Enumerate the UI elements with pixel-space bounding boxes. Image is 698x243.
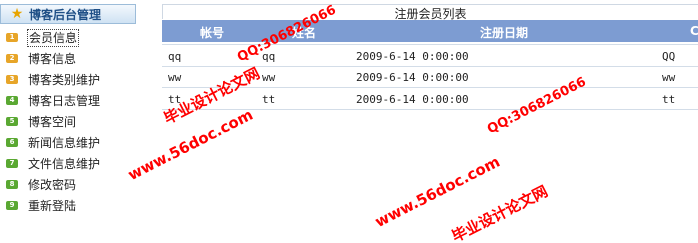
- sidebar: ★ 博客后台管理 1 会员信息 2 博客信息 3 博客类别维护 4 博客日志管理…: [0, 0, 140, 243]
- sidebar-item-member-info[interactable]: 1 会员信息: [0, 28, 140, 49]
- sidebar-item-blog-category[interactable]: 3 博客类别维护: [0, 70, 140, 91]
- number-badge-icon: 5: [6, 117, 18, 126]
- cell-extra: tt: [662, 93, 676, 106]
- sidebar-item-relogin[interactable]: 9 重新登陆: [0, 196, 140, 217]
- sidebar-item-blog-log[interactable]: 4 博客日志管理: [0, 91, 140, 112]
- sidebar-item-change-password[interactable]: 8 修改密码: [0, 175, 140, 196]
- cell-extra: ww: [662, 71, 676, 84]
- number-badge-icon: 4: [6, 96, 18, 105]
- table-header: 帐号 姓名 注册日期 C: [162, 20, 698, 42]
- sidebar-item-label[interactable]: 博客日志管理: [28, 93, 100, 109]
- cell-account: qq: [168, 50, 182, 63]
- cell-date: 2009-6-14 0:00:00: [356, 93, 469, 106]
- sidebar-item-news[interactable]: 6 新闻信息维护: [0, 133, 140, 154]
- cell-name: ww: [262, 71, 276, 84]
- cell-date: 2009-6-14 0:00:00: [356, 71, 469, 84]
- sidebar-title: 博客后台管理: [29, 7, 102, 22]
- sidebar-item-label[interactable]: 重新登陆: [28, 198, 76, 214]
- sidebar-menu: 1 会员信息 2 博客信息 3 博客类别维护 4 博客日志管理 5 博客空间 6…: [0, 28, 140, 217]
- column-header-extra: C: [690, 24, 698, 38]
- number-badge-icon: 2: [6, 54, 18, 63]
- star-icon: ★: [10, 6, 24, 22]
- sidebar-item-label[interactable]: 新闻信息维护: [28, 135, 100, 151]
- number-badge-icon: 9: [6, 201, 18, 210]
- sidebar-item-label[interactable]: 博客信息: [28, 51, 76, 67]
- cell-name: tt: [262, 93, 276, 106]
- sidebar-item-blog-info[interactable]: 2 博客信息: [0, 49, 140, 70]
- column-header-date: 注册日期: [480, 26, 529, 40]
- sidebar-item-label[interactable]: 博客空间: [28, 114, 76, 130]
- column-header-account: 帐号: [200, 26, 225, 40]
- cell-account: ww: [168, 71, 182, 84]
- sidebar-item-label[interactable]: 文件信息维护: [28, 156, 100, 172]
- cell-date: 2009-6-14 0:00:00: [356, 50, 469, 63]
- sidebar-item-files[interactable]: 7 文件信息维护: [0, 154, 140, 175]
- cell-extra: QQ: [662, 50, 676, 63]
- number-badge-icon: 7: [6, 159, 18, 168]
- number-badge-icon: 1: [6, 33, 18, 42]
- number-badge-icon: 6: [6, 138, 18, 147]
- table-caption: 注册会员列表: [162, 4, 698, 21]
- sidebar-item-label[interactable]: 会员信息: [27, 29, 80, 47]
- sidebar-header: ★ 博客后台管理: [0, 4, 136, 24]
- number-badge-icon: 3: [6, 75, 18, 84]
- sidebar-item-label[interactable]: 修改密码: [28, 177, 76, 193]
- page: ★ 博客后台管理 1 会员信息 2 博客信息 3 博客类别维护 4 博客日志管理…: [0, 0, 698, 243]
- sidebar-item-blog-space[interactable]: 5 博客空间: [0, 112, 140, 133]
- number-badge-icon: 8: [6, 180, 18, 189]
- sidebar-item-label[interactable]: 博客类别维护: [28, 72, 100, 88]
